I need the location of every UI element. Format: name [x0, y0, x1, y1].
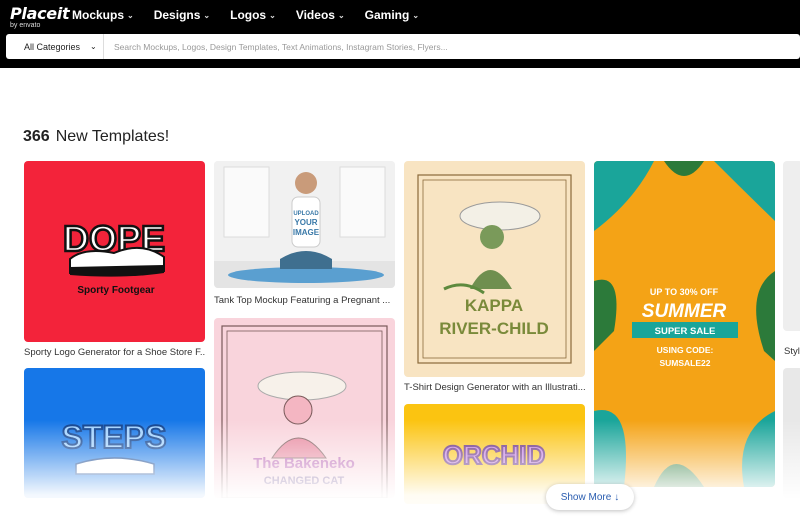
- template-card-partial[interactable]: [783, 161, 800, 331]
- category-select[interactable]: All Categories ⌄: [6, 34, 104, 59]
- chevron-down-icon: ⌄: [412, 10, 420, 20]
- chevron-down-icon: ⌄: [127, 10, 134, 20]
- template-card-sporty-logo[interactable]: DOPE Sporty Footgear: [24, 161, 205, 342]
- arrow-down-icon: ↓: [614, 491, 620, 503]
- kappa-body: [470, 270, 512, 289]
- logo-byline: by envato: [10, 22, 41, 29]
- summer-line-3: SUPER SALE: [655, 326, 716, 337]
- template-card-steps-logo[interactable]: STEPS: [24, 368, 205, 498]
- kappa-art-title-1: KAPPA: [465, 296, 523, 315]
- search-bar: All Categories ⌄: [6, 34, 800, 59]
- nav-label: Gaming: [364, 8, 410, 22]
- nav-gaming[interactable]: Gaming ⌄: [365, 8, 419, 22]
- summer-line-2: SUMMER: [642, 301, 727, 322]
- nav-designs[interactable]: Designs ⌄: [154, 8, 210, 22]
- card-caption[interactable]: Sporty Logo Generator for a Shoe Store F…: [24, 347, 205, 358]
- chevron-down-icon: ⌄: [337, 10, 345, 20]
- summer-line-1: UP TO 30% OFF: [650, 287, 719, 297]
- template-card-tank-top[interactable]: UPLOAD YOUR IMAGE: [214, 161, 395, 288]
- heading-text: New Templates!: [55, 128, 170, 145]
- dope-art-sub: Sporty Footgear: [77, 285, 154, 296]
- summer-sale-thumbnail: UP TO 30% OFF SUMMER SUPER SALE USING CO…: [594, 161, 775, 487]
- template-card-partial[interactable]: [783, 368, 800, 498]
- nav-videos[interactable]: Videos ⌄: [296, 8, 345, 22]
- search-input[interactable]: [104, 34, 800, 59]
- bake-art-title-1: The Bakeneko: [253, 455, 355, 472]
- nav-label: Mockups: [72, 8, 125, 22]
- kappa-design-thumbnail: KAPPA RIVER-CHILD: [417, 174, 572, 364]
- nav-mockups[interactable]: Mockups ⌄: [72, 8, 134, 22]
- show-more-label: Show More: [560, 491, 612, 503]
- upload-text-1: UPLOAD: [293, 211, 319, 217]
- card-caption[interactable]: T-Shirt Design Generator with an Illustr…: [404, 382, 585, 393]
- yoga-mockup-thumbnail: UPLOAD YOUR IMAGE: [214, 161, 395, 288]
- card-caption-partial[interactable]: Styl: [784, 346, 800, 357]
- nav-logos[interactable]: Logos ⌄: [230, 8, 276, 22]
- steps-logo-thumbnail: STEPS: [61, 418, 167, 475]
- template-card-summer-sale[interactable]: UP TO 30% OFF SUMMER SUPER SALE USING CO…: [594, 161, 775, 487]
- placeit-logo[interactable]: Placeit by envato: [10, 4, 70, 29]
- upload-text-3: IMAGE: [293, 228, 320, 237]
- summer-line-4: USING CODE:: [657, 345, 714, 355]
- card-caption[interactable]: Tank Top Mockup Featuring a Pregnant ...: [214, 295, 395, 306]
- logo-brand: Placeit: [10, 4, 70, 23]
- template-card-tshirt-design[interactable]: KAPPA RIVER-CHILD: [404, 161, 585, 377]
- yoga-mat: [228, 267, 384, 283]
- show-more-button[interactable]: Show More ↓: [546, 484, 634, 510]
- steps-art-title: STEPS: [62, 419, 167, 455]
- section-heading: 366 New Templates!: [23, 128, 169, 146]
- cloud: [459, 201, 541, 231]
- kappa-art-title-2: RIVER-CHILD: [439, 319, 549, 338]
- nav-label: Designs: [153, 8, 201, 22]
- top-navigation: Placeit by envato Mockups ⌄ Designs ⌄ Logo…: [0, 0, 800, 68]
- template-card-bakeneko[interactable]: The Bakeneko CHANGED CAT: [214, 318, 395, 498]
- shoe-sole: [70, 265, 164, 277]
- bake-art-title-2: CHANGED CAT: [264, 475, 345, 487]
- category-select-value: All Categories: [24, 41, 81, 52]
- summer-line-5: SUMSALE22: [659, 358, 710, 368]
- dope-logo-thumbnail: DOPE Sporty Footgear: [62, 217, 167, 296]
- chevron-down-icon: ⌄: [203, 10, 211, 20]
- orchid-art-title: ORCHID: [443, 440, 546, 470]
- model-head: [295, 172, 317, 194]
- bakeneko-thumbnail: The Bakeneko CHANGED CAT: [221, 325, 388, 498]
- upload-text-2: YOUR: [294, 218, 317, 227]
- nav-label: Logos: [230, 8, 267, 22]
- main-menu: Mockups ⌄ Designs ⌄ Logos ⌄ Videos ⌄ Gaming ⌄: [72, 8, 439, 22]
- page: Placeit by envato Mockups ⌄ Designs ⌄ Logo…: [0, 0, 800, 520]
- nav-label: Videos: [295, 8, 335, 22]
- chevron-down-icon: ⌄: [269, 10, 276, 20]
- chevron-down-icon: ⌄: [90, 42, 97, 51]
- kappa-head: [480, 225, 504, 249]
- template-count: 366: [23, 128, 50, 145]
